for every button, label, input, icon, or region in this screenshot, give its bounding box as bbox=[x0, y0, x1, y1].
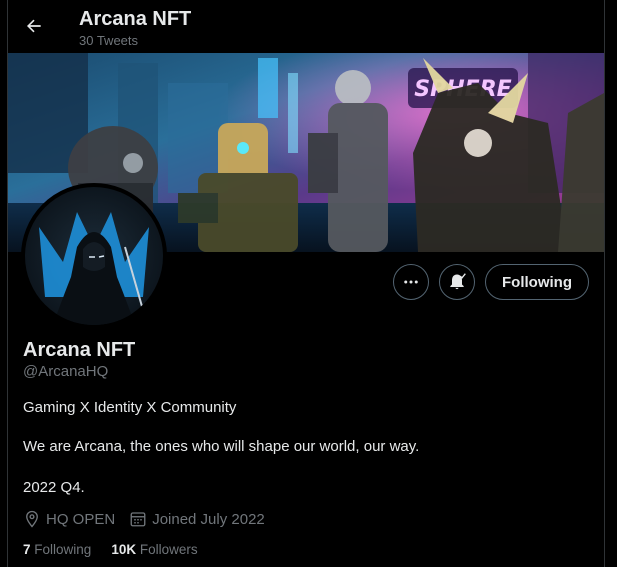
profile-page: Arcana NFT 30 Tweets Following Arcana NF… bbox=[0, 0, 617, 567]
followers-label: Followers bbox=[139, 542, 198, 557]
following-count: 7 bbox=[23, 542, 31, 557]
followers-link[interactable]: 10K Followers bbox=[111, 542, 197, 557]
location-text: HQ OPEN bbox=[46, 510, 116, 528]
followers-count: 10K bbox=[111, 542, 137, 557]
profile-header: Arcana NFT 30 Tweets bbox=[8, 0, 604, 53]
profile-name: Arcana NFT bbox=[23, 339, 136, 361]
location-pin-icon bbox=[26, 510, 38, 528]
following-link[interactable]: 7 Following bbox=[23, 542, 91, 557]
back-button[interactable] bbox=[22, 12, 46, 40]
join-date-text: Joined July 2022 bbox=[152, 510, 265, 528]
bio-line: We are Arcana, the ones who will shape o… bbox=[23, 438, 420, 455]
bell-check-icon bbox=[450, 273, 466, 290]
header-title: Arcana NFT bbox=[79, 8, 192, 30]
calendar-icon bbox=[130, 512, 146, 527]
more-dots-icon bbox=[404, 280, 418, 284]
profile-handle: @ArcanaHQ bbox=[23, 363, 109, 380]
tweet-count: 30 Tweets bbox=[79, 33, 139, 48]
profile-avatar[interactable] bbox=[21, 183, 167, 329]
join-date: Joined July 2022 bbox=[129, 510, 265, 528]
following-label: Following bbox=[34, 542, 92, 557]
profile-actions: Following bbox=[393, 264, 589, 300]
profile-meta: HQ OPEN Joined July 2022 bbox=[23, 510, 265, 528]
column-divider-right bbox=[604, 0, 605, 567]
arrow-left-icon bbox=[27, 19, 41, 33]
bio-line: Gaming X Identity X Community bbox=[23, 399, 237, 416]
profile-stats: 7 Following 10K Followers bbox=[23, 542, 198, 557]
following-button[interactable]: Following bbox=[485, 264, 589, 300]
location: HQ OPEN bbox=[23, 510, 115, 528]
more-button[interactable] bbox=[393, 264, 430, 300]
bio-line: 2022 Q4. bbox=[23, 479, 85, 496]
avatar-image bbox=[25, 187, 163, 325]
notifications-button[interactable] bbox=[439, 264, 476, 300]
